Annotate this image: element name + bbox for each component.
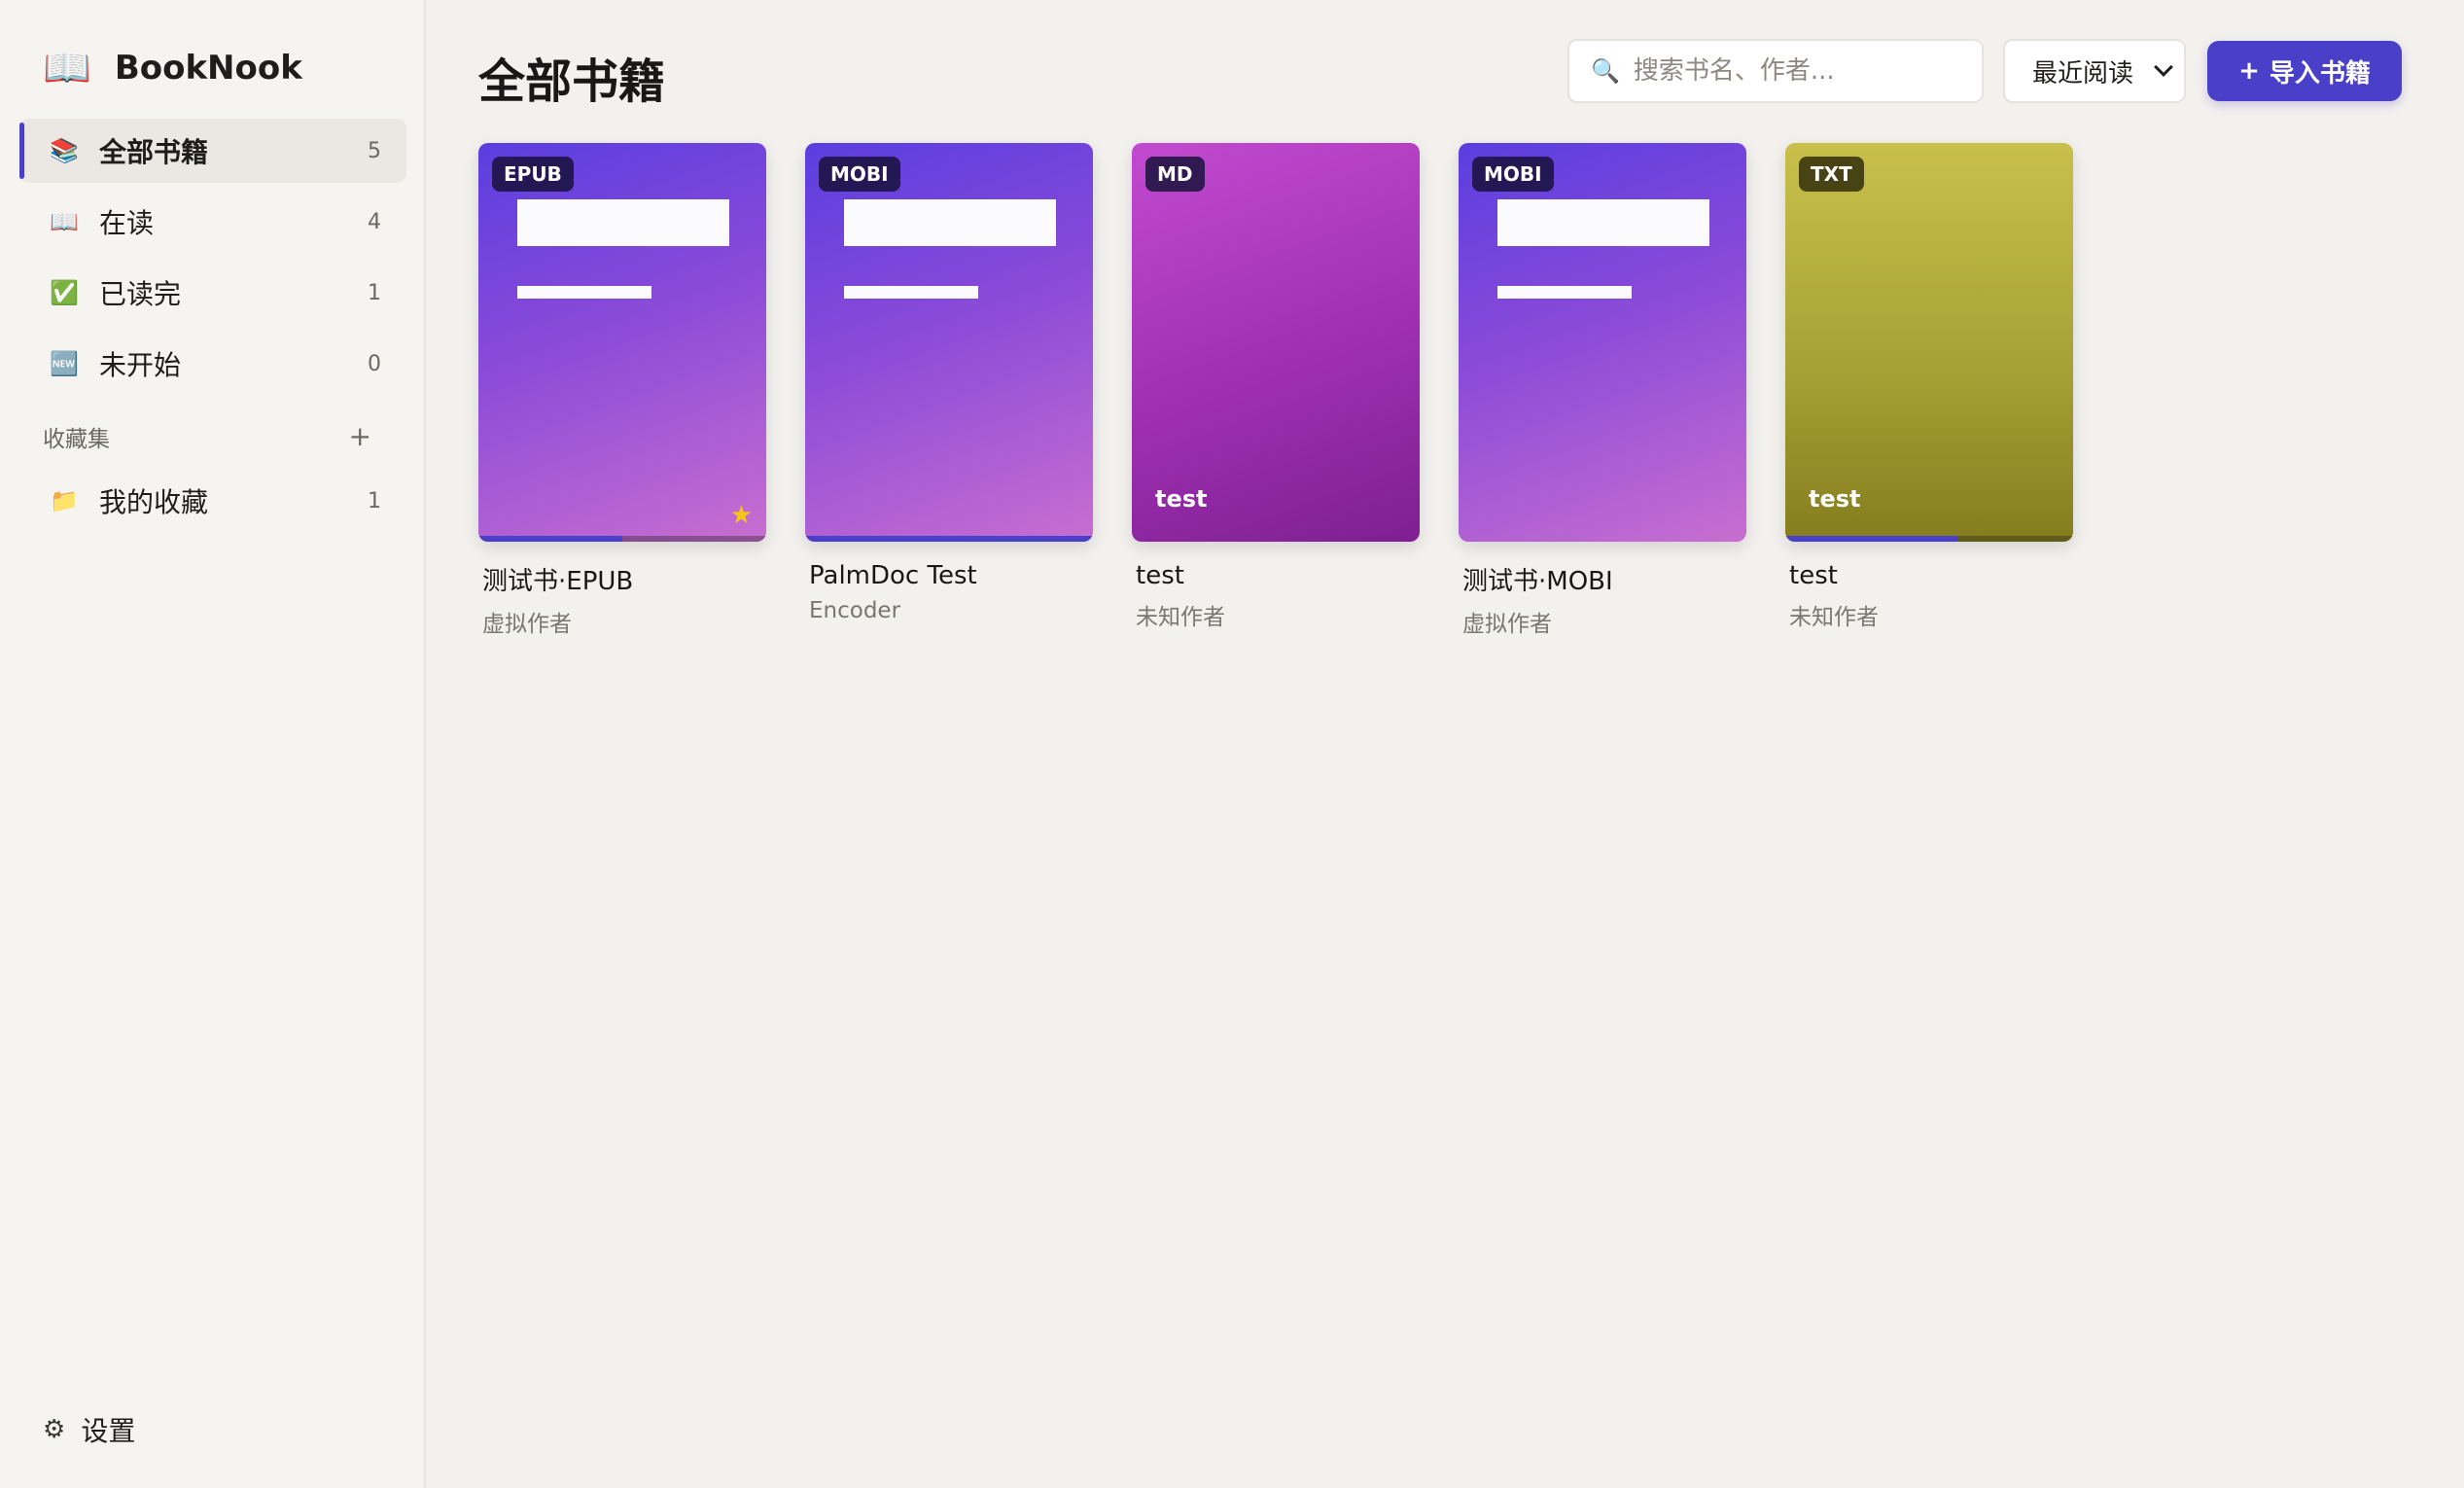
sidebar: 📖 BookNook 📚 全部书籍 5 📖 在读 4 ✅ 已读完 1 🆕 未开始… <box>0 0 426 1488</box>
search-box[interactable]: 🔍 <box>1567 39 1984 103</box>
book-cover[interactable]: MOBI <box>805 143 1093 542</box>
format-badge: EPUB <box>492 157 574 192</box>
format-badge: TXT <box>1799 157 1864 192</box>
collections-title: 收藏集 <box>43 427 110 452</box>
sidebar-item-reading[interactable]: 📖 在读 4 <box>19 190 406 254</box>
sort-value: 最近阅读 <box>2032 58 2134 89</box>
cover-title: test <box>1809 485 1861 513</box>
check-box-icon: ✅ <box>50 279 79 306</box>
book-cover[interactable]: MOBI <box>1459 143 1746 542</box>
sidebar-item-finished[interactable]: ✅ 已读完 1 <box>19 261 406 325</box>
open-book-icon: 📖 <box>50 208 79 235</box>
sidebar-item-count: 0 <box>368 351 381 376</box>
sidebar-item-my-favorites[interactable]: 📁 我的收藏 1 <box>19 469 406 533</box>
book-title: test <box>1789 561 1838 590</box>
books-icon: 📚 <box>50 137 79 164</box>
sidebar-item-label: 未开始 <box>99 349 182 381</box>
book-author: 虚拟作者 <box>482 612 572 637</box>
format-badge: MOBI <box>819 157 900 192</box>
book-card[interactable]: TXT test test 未知作者 <box>1785 143 2073 631</box>
book-title: PalmDoc Test <box>809 561 977 590</box>
search-icon: 🔍 <box>1591 57 1620 85</box>
sort-select[interactable]: 最近阅读 <box>2003 39 2186 103</box>
book-card[interactable]: EPUB ★ 测试书·EPUB 虚拟作者 <box>478 143 766 638</box>
book-card[interactable]: MOBI 测试书·MOBI 虚拟作者 <box>1459 143 1746 638</box>
cover-title: test <box>1155 485 1208 513</box>
book-cover[interactable]: MD test <box>1132 143 1420 542</box>
cover-title-placeholder <box>517 199 729 246</box>
book-title: test <box>1136 561 1184 590</box>
book-card[interactable]: MD test test 未知作者 <box>1132 143 1420 631</box>
settings-label: 设置 <box>81 1415 136 1447</box>
progress-fill <box>478 536 622 542</box>
book-cover[interactable]: TXT test <box>1785 143 2073 542</box>
plus-icon: + <box>2238 56 2260 86</box>
folder-icon: 📁 <box>50 487 79 514</box>
sidebar-item-label: 全部书籍 <box>99 136 209 168</box>
sidebar-item-count: 4 <box>368 209 381 234</box>
sidebar-item-all-books[interactable]: 📚 全部书籍 5 <box>19 119 406 183</box>
search-input[interactable] <box>1633 56 1982 86</box>
book-author: 虚拟作者 <box>1462 612 1552 637</box>
open-book-icon: 📖 <box>43 46 91 90</box>
book-title: 测试书·MOBI <box>1462 567 1613 596</box>
sidebar-item-not-started[interactable]: 🆕 未开始 0 <box>19 332 406 396</box>
gear-icon: ⚙ <box>43 1415 66 1444</box>
progress-fill <box>1785 536 1958 542</box>
import-label: 导入书籍 <box>2269 58 2371 89</box>
book-card[interactable]: MOBI PalmDoc Test Encoder <box>805 143 1093 623</box>
star-icon[interactable]: ★ <box>730 501 753 530</box>
progress-bar <box>478 536 766 542</box>
book-title: 测试书·EPUB <box>482 567 634 596</box>
format-badge: MD <box>1145 157 1205 192</box>
app-name: BookNook <box>114 49 302 88</box>
cover-title-placeholder <box>1497 199 1709 246</box>
progress-fill <box>805 536 1093 542</box>
collections-header: 收藏集 + <box>43 420 371 453</box>
add-collection-button[interactable]: + <box>349 423 371 450</box>
book-author: 未知作者 <box>1136 605 1225 630</box>
sidebar-item-label: 在读 <box>99 207 155 239</box>
collections-list: 📁 我的收藏 1 <box>19 469 406 540</box>
settings-button[interactable]: ⚙ 设置 <box>43 1410 135 1449</box>
cover-subtitle-placeholder <box>517 286 651 299</box>
cover-subtitle-placeholder <box>1497 286 1632 299</box>
format-badge: MOBI <box>1472 157 1554 192</box>
page-title: 全部书籍 <box>478 54 666 109</box>
sidebar-item-count: 1 <box>368 488 381 514</box>
sidebar-item-label: 已读完 <box>99 278 182 310</box>
brand[interactable]: 📖 BookNook <box>43 43 302 93</box>
sidebar-nav: 📚 全部书籍 5 📖 在读 4 ✅ 已读完 1 🆕 未开始 0 <box>19 119 406 403</box>
book-author: 未知作者 <box>1789 605 1879 630</box>
book-cover[interactable]: EPUB ★ <box>478 143 766 542</box>
new-badge-icon: 🆕 <box>50 350 79 377</box>
sidebar-item-count: 1 <box>368 280 381 305</box>
import-books-button[interactable]: + 导入书籍 <box>2207 41 2402 101</box>
sidebar-item-count: 5 <box>368 138 381 163</box>
book-author: Encoder <box>809 598 901 623</box>
progress-bar <box>1785 536 2073 542</box>
cover-title-placeholder <box>844 199 1056 246</box>
chevron-down-icon <box>2154 57 2173 77</box>
cover-subtitle-placeholder <box>844 286 978 299</box>
sidebar-item-label: 我的收藏 <box>99 486 209 518</box>
progress-bar <box>805 536 1093 542</box>
